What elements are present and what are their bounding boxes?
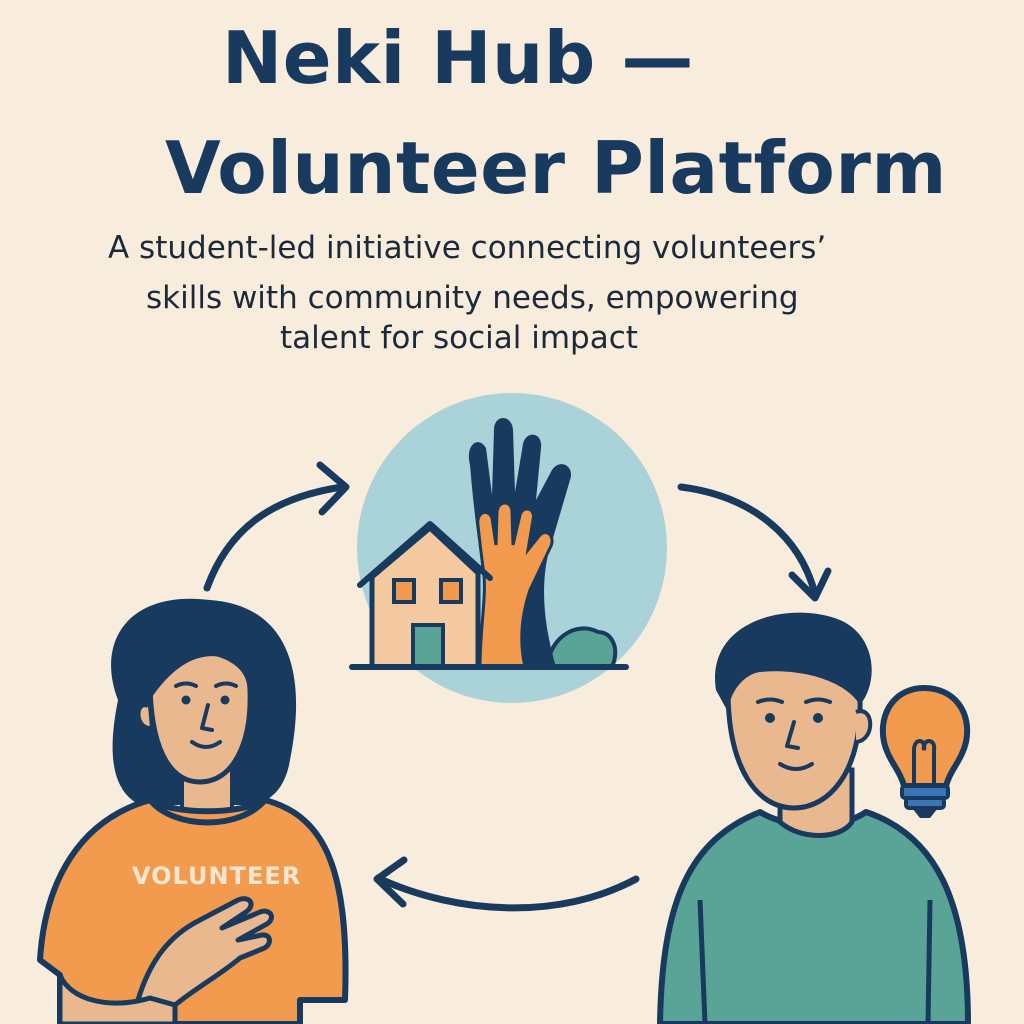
student-man [657, 612, 971, 1024]
lightbulb-icon [879, 685, 971, 818]
man-eye-right [813, 713, 823, 723]
woman-eye-left [181, 695, 191, 705]
cycle-arrow-right-down [677, 483, 832, 602]
cycle-arrow-bottom-left [373, 856, 640, 912]
volunteer-shirt-label: VOLUNTEER [132, 862, 301, 890]
woman-eye-right [220, 695, 230, 705]
cycle-arrow-left-up [203, 461, 350, 592]
community-circle [349, 393, 667, 703]
volunteer-woman: VOLUNTEER [37, 598, 349, 1024]
man-shirt-fold-right [925, 899, 933, 1024]
cycle-illustration: VOLUNTEER [37, 393, 971, 1024]
man-eye-left [765, 713, 775, 723]
man-ear [855, 709, 873, 744]
